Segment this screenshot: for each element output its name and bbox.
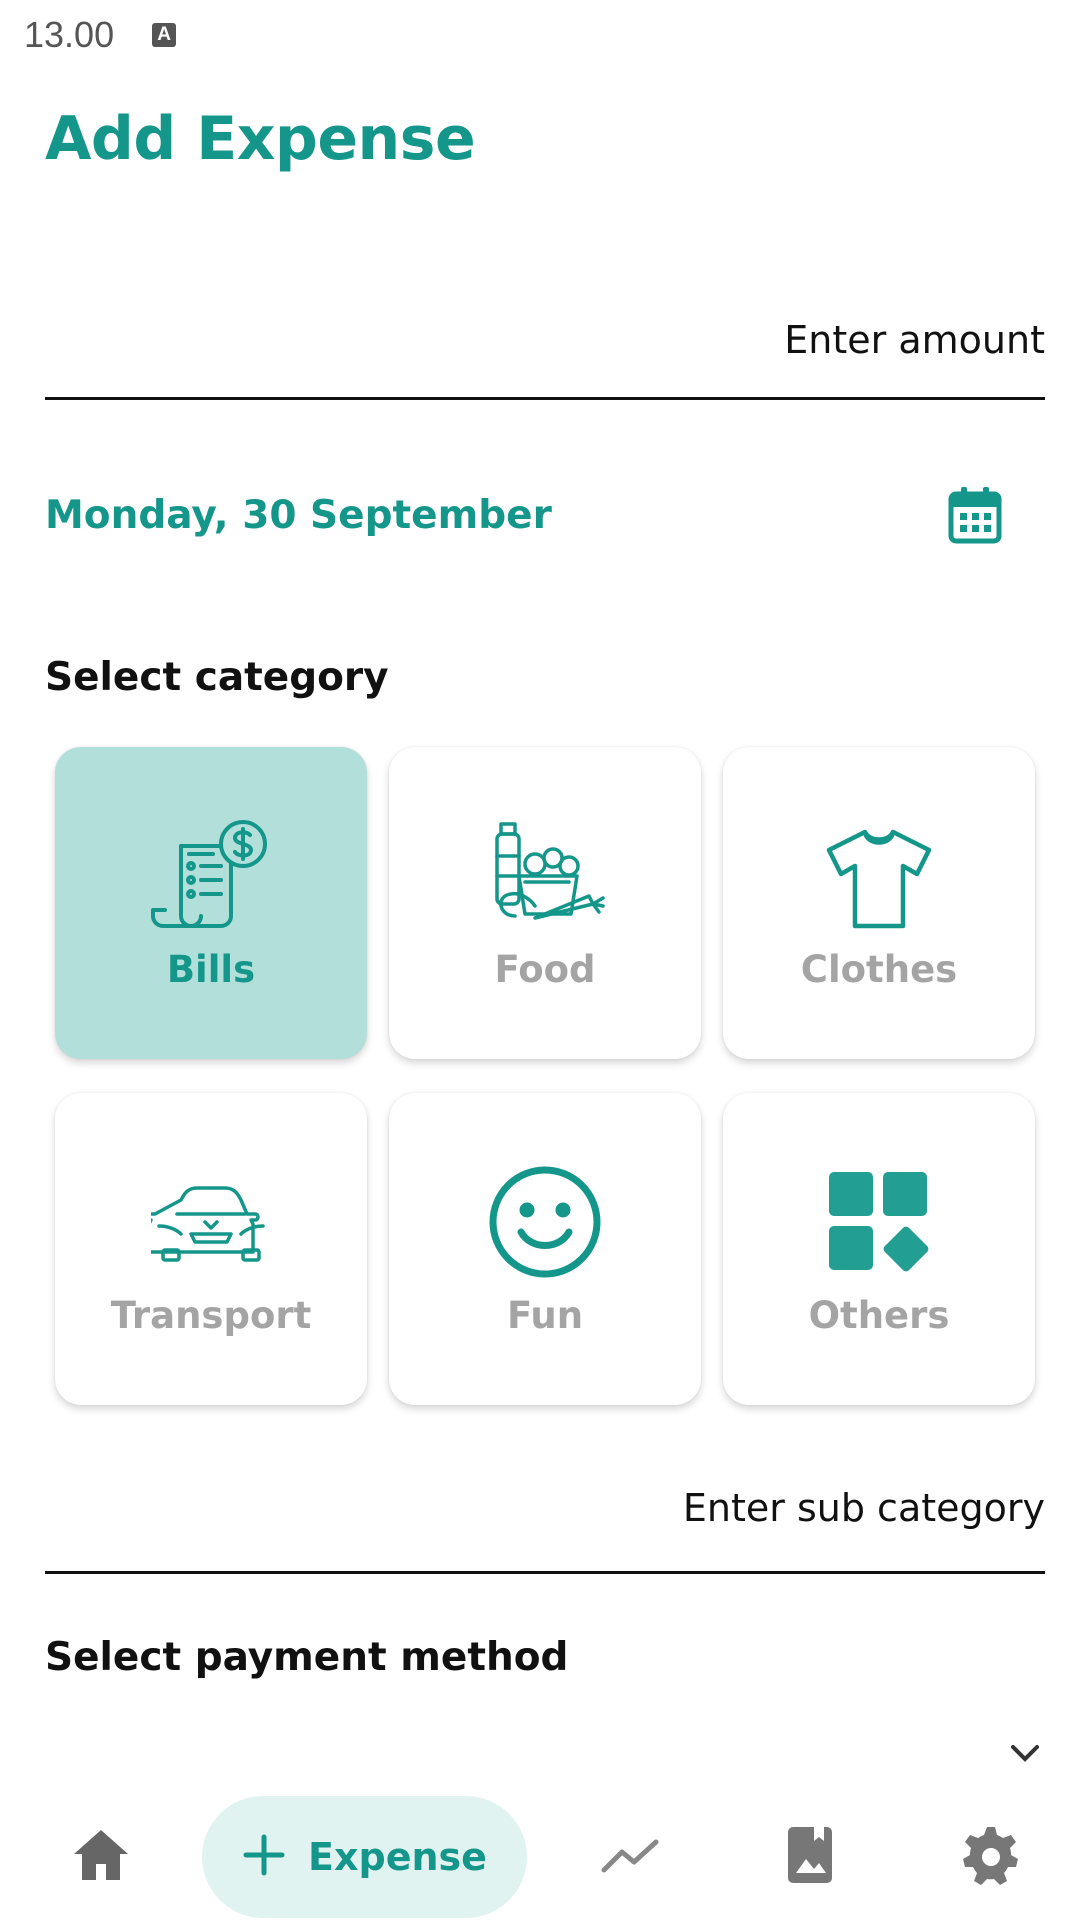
sub-category-input[interactable]	[45, 1468, 1045, 1530]
category-label: Bills	[166, 947, 256, 991]
nav-home[interactable]	[66, 1826, 136, 1888]
bottom-navigation	[0, 1780, 1080, 1920]
amount-field-container	[45, 300, 1045, 400]
nav-stats[interactable]	[598, 1830, 662, 1886]
category-heading: Select category	[45, 655, 389, 700]
apps-grid-icon	[819, 1162, 939, 1282]
home-icon	[72, 1828, 130, 1886]
nav-expense-label: Expense	[308, 1835, 487, 1879]
calendar-icon[interactable]	[945, 485, 1005, 545]
smiley-face-icon	[485, 1162, 605, 1282]
category-label: Transport	[110, 1293, 312, 1337]
car-icon	[151, 1162, 271, 1282]
amount-input[interactable]	[45, 300, 1045, 362]
category-card-clothes[interactable]: Clothes	[723, 747, 1035, 1059]
sub-category-field-container	[45, 1468, 1045, 1574]
category-grid: Bills Food Clothes Transport Fun Others	[55, 747, 1035, 1405]
date-label[interactable]: Monday, 30 September	[45, 493, 552, 538]
photo-book-icon	[786, 1825, 834, 1889]
nav-expense-button[interactable]: Expense	[202, 1796, 527, 1918]
nav-gallery[interactable]	[778, 1822, 842, 1892]
category-card-bills[interactable]: Bills	[55, 747, 367, 1059]
status-bar: 13.00 A	[0, 0, 1080, 70]
bills-receipt-icon	[151, 816, 271, 936]
status-time: 13.00	[24, 14, 115, 55]
trending-icon	[600, 1836, 660, 1880]
keyboard-indicator-icon: A	[152, 23, 177, 47]
category-label: Clothes	[800, 947, 958, 991]
gear-icon	[961, 1825, 1021, 1889]
payment-method-heading: Select payment method	[45, 1635, 569, 1680]
chevron-down-icon	[1005, 1733, 1045, 1777]
category-label: Fun	[506, 1293, 584, 1337]
nav-settings[interactable]	[958, 1824, 1024, 1890]
category-card-others[interactable]: Others	[723, 1093, 1035, 1405]
category-card-fun[interactable]: Fun	[389, 1093, 701, 1405]
category-card-transport[interactable]: Transport	[55, 1093, 367, 1405]
plus-icon	[242, 1833, 286, 1881]
page-title: Add Expense	[45, 104, 476, 174]
tshirt-icon	[819, 816, 939, 936]
category-label: Others	[808, 1293, 950, 1337]
groceries-food-icon	[485, 816, 605, 936]
date-row: Monday, 30 September	[45, 475, 1005, 555]
category-label: Food	[494, 947, 596, 991]
category-card-food[interactable]: Food	[389, 747, 701, 1059]
